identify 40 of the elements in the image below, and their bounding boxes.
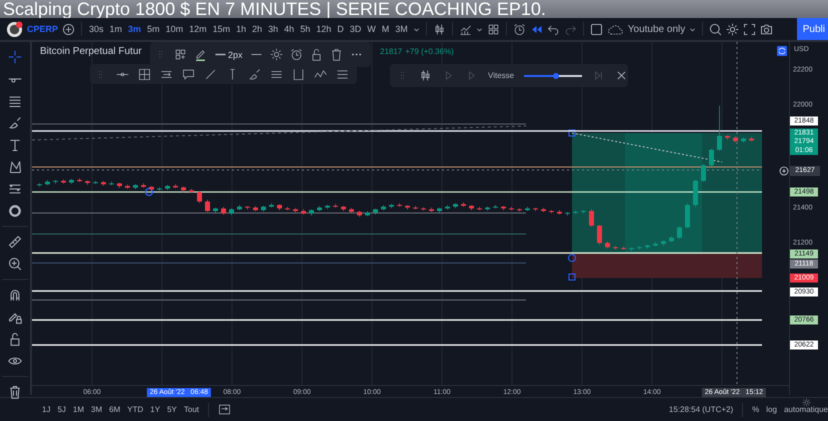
range-button[interactable]: YTD (127, 405, 144, 414)
range-button[interactable]: 3M (91, 405, 102, 414)
interval-button[interactable]: 3m (127, 24, 142, 34)
interval-button[interactable]: 3M (394, 24, 409, 34)
line-width-value[interactable]: 2px (228, 50, 243, 60)
interval-button[interactable]: M (380, 24, 390, 34)
percent-button[interactable]: % (752, 405, 760, 414)
interval-button[interactable]: 3D (348, 24, 362, 34)
range-button[interactable]: 5Y (167, 405, 177, 414)
interval-button[interactable]: 2h (251, 24, 264, 34)
range-button[interactable]: 1Y (150, 405, 160, 414)
range-button[interactable]: 6M (109, 405, 120, 414)
log-button[interactable]: log (766, 405, 777, 414)
layout-button[interactable]: Youtube only (628, 24, 686, 34)
interval-button[interactable]: 12h (315, 24, 332, 34)
interval-button[interactable]: 1h (235, 24, 248, 34)
range-button[interactable]: 1J (42, 405, 50, 414)
interval-button[interactable]: 5m (146, 24, 161, 34)
symbol-title: Bitcoin Perpetual Futur (40, 46, 142, 57)
interval-button[interactable]: D (336, 24, 345, 34)
interval-button[interactable]: 15m (212, 24, 232, 34)
range-button[interactable]: 5J (57, 405, 66, 414)
clock: 15:28:54 (UTC+2) (668, 405, 734, 414)
symbol-button[interactable]: CPERP (27, 24, 58, 34)
interval-button[interactable]: 3h (267, 24, 280, 34)
last-price: 21817 (380, 47, 402, 56)
publish-button[interactable]: Publi (796, 18, 828, 40)
interval-button[interactable]: 30s (88, 24, 105, 34)
interval-button[interactable]: 1m (108, 24, 124, 34)
price-change: +79 (+0.36%) (405, 47, 454, 56)
interval-button[interactable]: W (366, 24, 377, 34)
interval-button[interactable]: 12m (188, 24, 208, 34)
interval-button[interactable]: 4h (283, 24, 296, 34)
auto-scale-button[interactable]: automatique (784, 405, 828, 414)
speed-label: Vitesse (488, 71, 514, 80)
video-title: Scalping Crypto 1800 $ EN 7 MINUTES | SERIE COACHING EP10. (3, 0, 546, 18)
range-button[interactable]: 1M (72, 405, 84, 414)
interval-button[interactable]: 10m (164, 24, 184, 34)
interval-button[interactable]: 5h (299, 24, 312, 34)
range-button[interactable]: Tout (184, 405, 199, 414)
